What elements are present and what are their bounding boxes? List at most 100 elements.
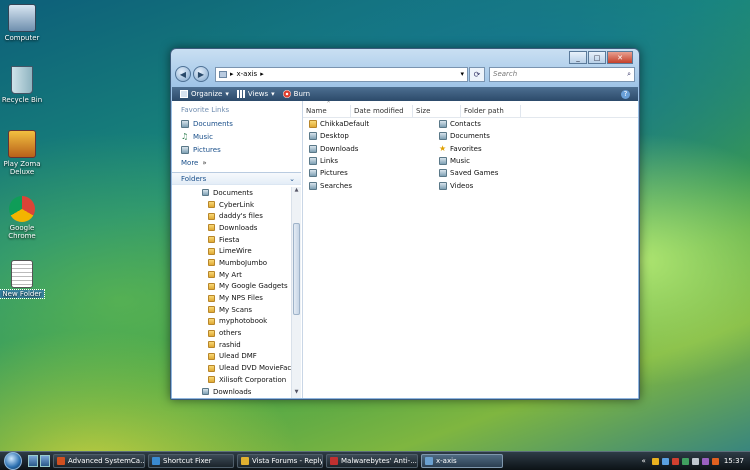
taskbar-button[interactable]: Malwarebytes' Anti-...: [326, 454, 418, 468]
desktop-icon-play-zoma-deluxe[interactable]: Play Zoma Deluxe: [0, 130, 44, 176]
help-button[interactable]: ?: [621, 89, 630, 99]
favorite-link-music[interactable]: ♫ Music: [172, 130, 302, 143]
app-tray-icon[interactable]: [711, 457, 719, 465]
taskbar-button[interactable]: Vista Forums - Reply...: [237, 454, 323, 468]
tree-item-documents[interactable]: Documents: [172, 187, 291, 199]
favorite-link-pictures[interactable]: Pictures: [172, 143, 302, 156]
folder-icon: [208, 294, 215, 302]
tree-item-downloads-root[interactable]: Downloads: [172, 386, 291, 398]
column-header-date-modified[interactable]: Date modified: [351, 105, 413, 117]
breadcrumb-segment[interactable]: x-axis: [237, 70, 258, 78]
tree-item[interactable]: Fiesta: [172, 234, 291, 246]
desktop-icon-label: Computer: [4, 34, 40, 42]
tree-item-label: MumboJumbo: [219, 258, 268, 267]
organize-button[interactable]: Organize ▾: [180, 90, 229, 98]
scroll-down-arrow-icon[interactable]: ▼: [292, 389, 301, 398]
file-item[interactable]: Music: [439, 155, 498, 167]
tree-item[interactable]: rashid: [172, 339, 291, 351]
update-tray-icon[interactable]: [681, 457, 689, 465]
desktop-icon-recycle-bin[interactable]: Recycle Bin: [0, 66, 44, 104]
folder-icon: [208, 306, 215, 314]
clock[interactable]: 15:37: [724, 457, 744, 465]
file-item[interactable]: Searches: [309, 179, 369, 191]
taskbar-button-label: Advanced SystemCa...: [68, 457, 145, 465]
tree-item-label: LimeWire: [219, 247, 252, 256]
scrollbar-thumb[interactable]: [293, 223, 300, 315]
power-tray-icon[interactable]: [701, 457, 709, 465]
tree-item-label: Ulead DMF: [219, 352, 257, 361]
folder-icon: [208, 364, 215, 372]
desktop-icon-new-folder[interactable]: New Folder: [0, 260, 45, 299]
volume-tray-icon[interactable]: [691, 457, 699, 465]
file-item[interactable]: ChikkaDefault: [309, 118, 369, 130]
tree-item[interactable]: My Google Gadgets: [172, 281, 291, 293]
tree-item[interactable]: myphotobook: [172, 316, 291, 328]
tree-item[interactable]: CyberLink: [172, 199, 291, 211]
folder-tree-scrollbar[interactable]: ▲ ▼: [291, 187, 301, 398]
tree-item-label: myphotobook: [219, 317, 268, 326]
taskbar-button[interactable]: Advanced SystemCa...: [53, 454, 145, 468]
column-header-size[interactable]: Size: [413, 105, 461, 117]
file-item-label: Desktop: [320, 132, 349, 141]
file-item[interactable]: Links: [309, 155, 369, 167]
minimize-button[interactable]: _: [569, 51, 587, 64]
tree-item[interactable]: My NPS Files: [172, 292, 291, 304]
tray-expand-icon[interactable]: «: [642, 457, 646, 465]
tree-item[interactable]: MumboJumbo: [172, 257, 291, 269]
file-item[interactable]: Pictures: [309, 167, 369, 179]
tree-item[interactable]: daddy's files: [172, 210, 291, 222]
search-placeholder: Search: [493, 70, 518, 78]
close-button[interactable]: ✕: [607, 51, 633, 64]
column-header-folder-path[interactable]: Folder path: [461, 105, 521, 117]
network-tray-icon[interactable]: [661, 457, 669, 465]
address-bar[interactable]: ▸ x-axis ▸ ▾: [215, 66, 468, 82]
tree-item[interactable]: Xilisoft Corporation: [172, 374, 291, 386]
tree-item[interactable]: My Art: [172, 269, 291, 281]
special-folder-icon: [309, 169, 317, 178]
column-header-label: Date modified: [354, 107, 404, 115]
tree-item[interactable]: My Scans: [172, 304, 291, 316]
shield-tray-icon[interactable]: [671, 457, 679, 465]
column-header-name[interactable]: ^ Name: [303, 101, 351, 117]
search-input[interactable]: Search ⌕: [489, 66, 635, 82]
file-item[interactable]: Contacts: [439, 118, 498, 130]
security-tray-icon[interactable]: [651, 457, 659, 465]
taskbar-button[interactable]: Shortcut Fixer: [148, 454, 234, 468]
file-item[interactable]: Desktop: [309, 130, 369, 142]
desktop-icon-computer[interactable]: Computer: [0, 4, 44, 42]
special-folder-icon: [309, 181, 317, 190]
chevron-down-icon: ▾: [225, 90, 229, 98]
file-item[interactable]: ★ Favorites: [439, 143, 498, 155]
tree-item[interactable]: Ulead DVD MovieFactor: [172, 362, 291, 374]
show-desktop-icon[interactable]: [28, 455, 38, 467]
tree-item-label: My Art: [219, 270, 242, 279]
folders-header[interactable]: Folders ⌄: [172, 172, 301, 185]
tree-item[interactable]: others: [172, 327, 291, 339]
taskbar-button[interactable]: x-axis: [421, 454, 503, 468]
back-button[interactable]: ◀: [175, 66, 191, 82]
folder-icon: [208, 376, 215, 384]
taskbar: Advanced SystemCa... Shortcut Fixer Vista …: [0, 451, 750, 470]
maximize-button[interactable]: □: [588, 51, 606, 64]
views-button[interactable]: Views ▾: [236, 90, 275, 98]
taskbar-button-label: Malwarebytes' Anti-...: [341, 457, 417, 465]
windows-orb-icon: [4, 452, 22, 470]
tree-item[interactable]: Downloads: [172, 222, 291, 234]
scroll-up-arrow-icon[interactable]: ▲: [292, 187, 301, 196]
favorite-links-more[interactable]: More »: [172, 156, 302, 169]
burn-button[interactable]: Burn: [282, 90, 310, 98]
tree-item[interactable]: LimeWire: [172, 245, 291, 257]
switch-windows-icon[interactable]: [40, 455, 50, 467]
favorite-link-documents[interactable]: Documents: [172, 117, 302, 130]
file-item[interactable]: Downloads: [309, 143, 369, 155]
forward-button[interactable]: ▶: [193, 66, 209, 82]
file-item[interactable]: Saved Games: [439, 167, 498, 179]
address-dropdown-icon[interactable]: ▾: [460, 70, 464, 78]
start-button[interactable]: [0, 452, 26, 470]
tree-item[interactable]: Ulead DMF: [172, 351, 291, 363]
tree-item-label: Ulead DVD MovieFactor: [219, 364, 291, 373]
refresh-button[interactable]: ⟳: [469, 66, 485, 82]
file-item[interactable]: Videos: [439, 179, 498, 191]
desktop-icon-google-chrome[interactable]: Google Chrome: [0, 196, 44, 240]
file-item[interactable]: Documents: [439, 130, 498, 142]
